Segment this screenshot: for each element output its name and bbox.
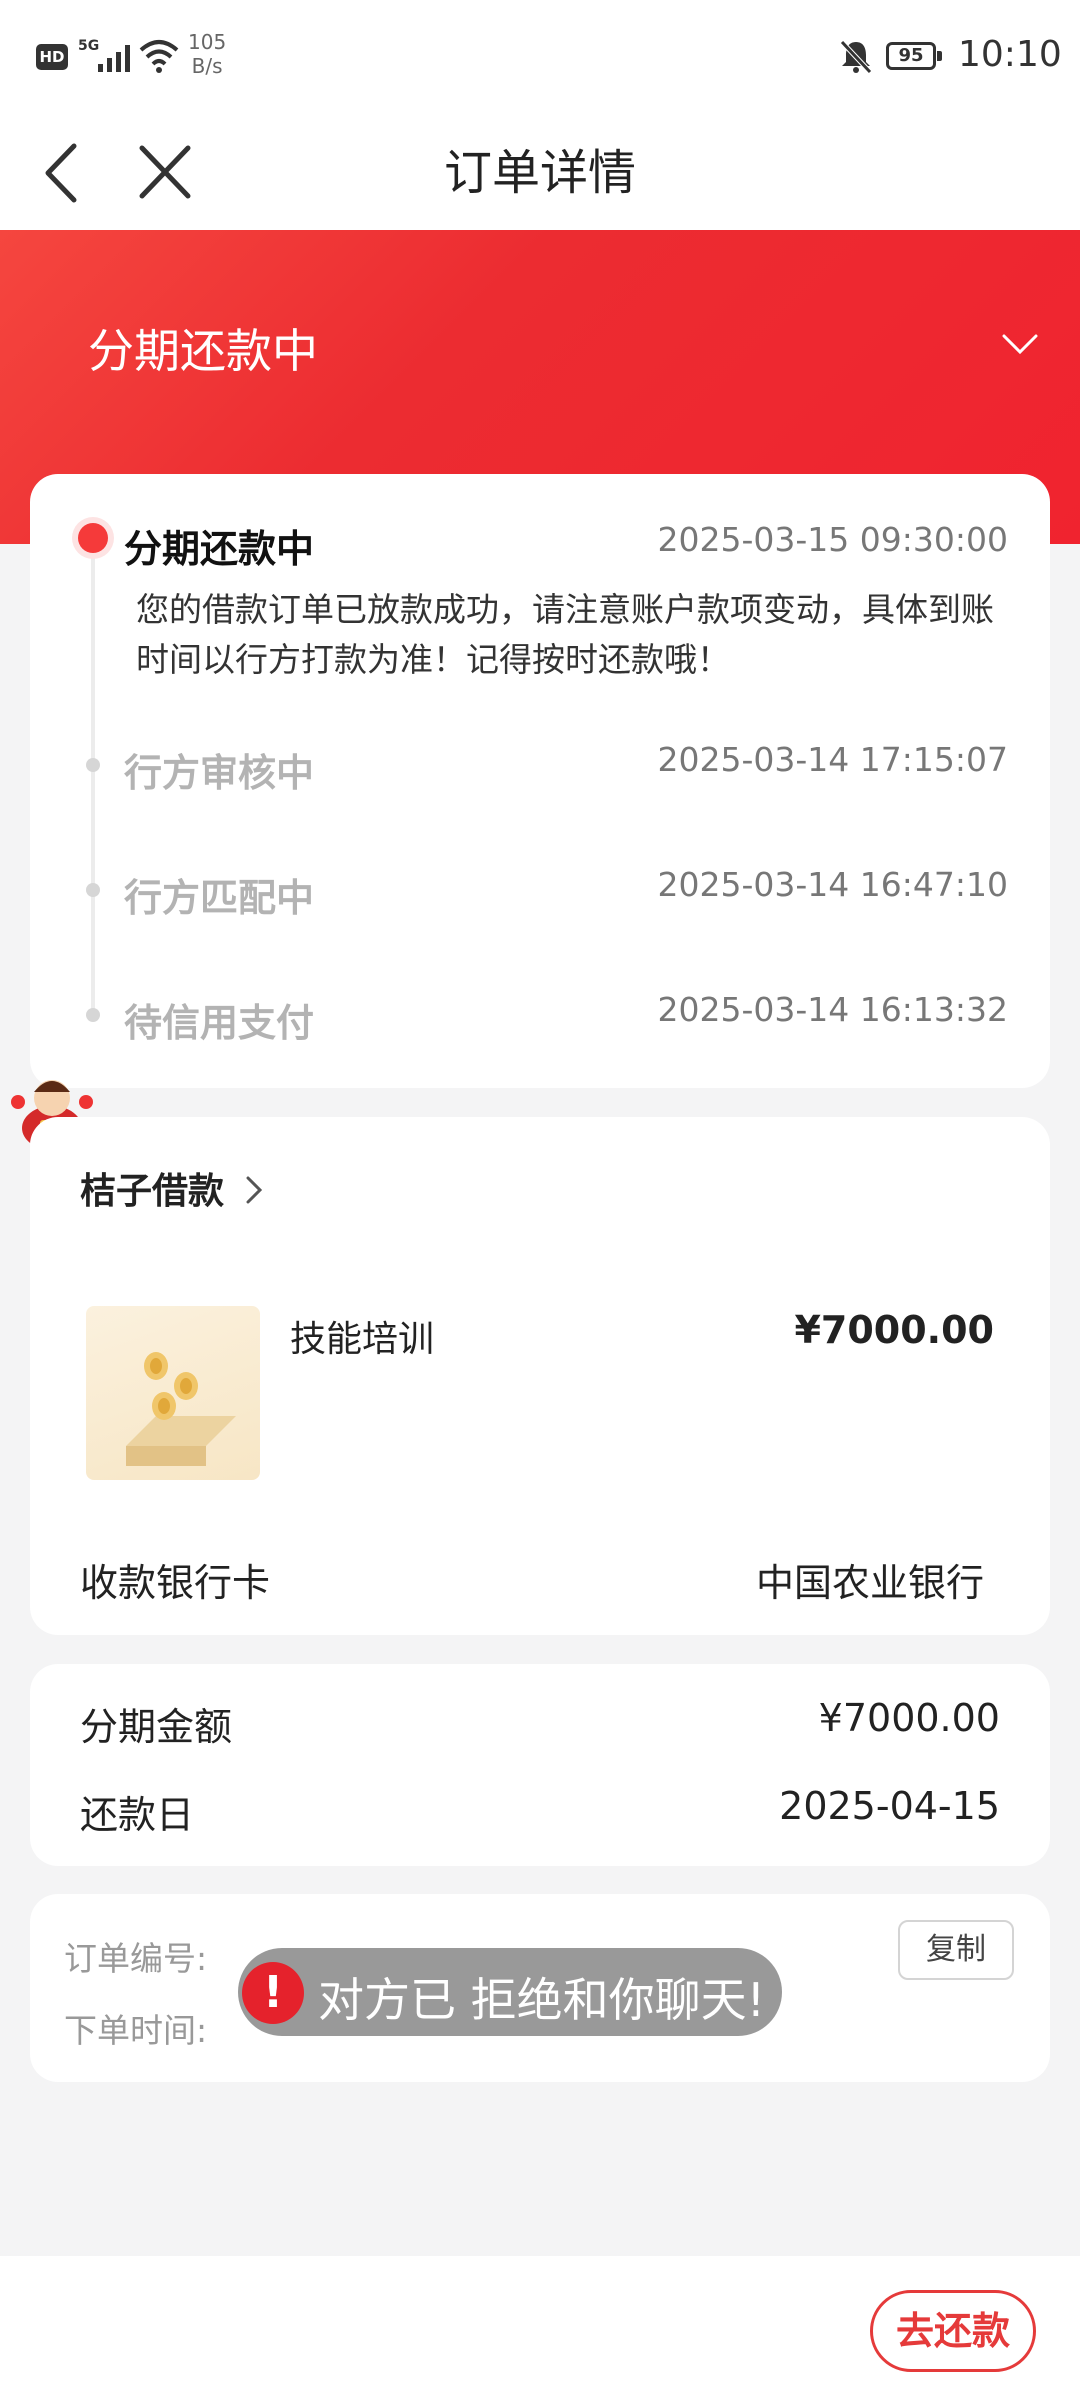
coins-box-icon <box>126 1352 236 1466</box>
installment-amount-label: 分期金额 <box>80 1705 233 1749</box>
bank-card-value: 中国农业银行 <box>755 1561 984 1605</box>
merchant-link[interactable]: 桔子借款 <box>80 1162 224 1214</box>
hd-badge: HD <box>36 44 68 70</box>
expand-button[interactable] <box>1000 330 1040 362</box>
order-time-label: 下单时间: <box>64 2011 208 2050</box>
timeline-time: 2025-03-14 16:13:32 <box>657 990 1008 1029</box>
battery-icon: 95 <box>886 42 936 70</box>
timeline-time: 2025-03-14 16:47:10 <box>657 865 1008 904</box>
bell-muted-icon <box>840 40 872 74</box>
timeline-dot <box>86 1008 100 1022</box>
due-date-value: 2025-04-15 <box>779 1784 1000 1828</box>
timeline-title: 行方审核中 <box>124 751 315 795</box>
timeline-line <box>91 540 95 1020</box>
timeline-time: 2025-03-15 09:30:00 <box>657 520 1008 559</box>
timeline-title: 行方匹配中 <box>124 876 315 920</box>
product-price: ¥7000.00 <box>794 1308 994 1352</box>
bank-card-label: 收款银行卡 <box>80 1561 271 1605</box>
product-image <box>86 1306 260 1480</box>
timeline-title: 待信用支付 <box>124 1001 315 1045</box>
timeline-dot <box>86 758 100 772</box>
due-date-label: 还款日 <box>80 1793 195 1837</box>
net-speed: 105 B/s <box>188 30 227 78</box>
timeline-dot-active <box>78 523 108 553</box>
chevron-right-icon <box>246 1176 263 1204</box>
installment-amount-value: ¥7000.00 <box>818 1696 1000 1740</box>
product-name: 技能培训 <box>290 1319 435 1360</box>
timeline-time: 2025-03-14 17:15:07 <box>657 740 1008 779</box>
battery-nub <box>937 51 942 61</box>
header-status-text: 分期还款中 <box>88 324 318 378</box>
timeline-title: 分期还款中 <box>124 527 315 571</box>
timeline-dot <box>86 883 100 897</box>
page-title: 订单详情 <box>443 145 636 201</box>
chevron-down-icon <box>1002 334 1038 355</box>
timeline-description: 您的借款订单已放款成功，请注意账户款项变动，具体到账时间以行方打款为准！记得按时… <box>136 590 994 679</box>
repay-button[interactable]: 去还款 <box>870 2290 1036 2372</box>
wifi-icon <box>139 40 179 73</box>
signal-icon <box>98 45 130 72</box>
copy-button[interactable]: 复制 <box>898 1920 1014 1980</box>
status-time: 10:10 <box>958 34 1062 75</box>
toast-text: 对方已 拒绝和你聊天! <box>318 1973 766 2027</box>
order-number-label: 订单编号: <box>64 1939 208 1978</box>
alert-icon: ! <box>242 1962 304 2024</box>
